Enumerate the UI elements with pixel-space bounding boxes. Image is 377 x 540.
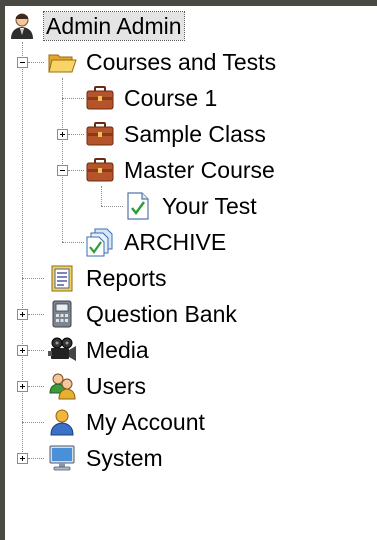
tree-line [22,422,44,423]
tree-node-label: Your Test [162,193,257,219]
open-folder-icon [47,47,77,77]
expand-system-toggle[interactable] [17,453,28,464]
tree-line [101,186,102,206]
tree-node-reports[interactable]: Reports [47,260,169,296]
tree-node-label: Users [86,373,147,399]
archive-icon [85,227,115,257]
tree-node-my-account[interactable]: My Account [47,404,207,440]
tree-line [22,42,23,462]
tree-line [62,98,84,99]
monitor-icon [47,443,77,473]
tree-node-label: Master Course [124,157,275,183]
tree-node-courses-and-tests[interactable]: Courses and Tests [47,44,278,80]
question-bank-icon [47,299,77,329]
briefcase-icon [85,83,115,113]
collapse-master-course-toggle[interactable] [57,165,68,176]
tree-line [28,458,44,459]
tree-line [22,278,44,279]
tree-line [68,170,84,171]
tree-node-admin[interactable]: Admin Admin [7,8,185,44]
tree-node-label: Course 1 [124,85,218,111]
tree-node-label: Reports [86,265,167,291]
reports-icon [47,263,77,293]
navigation-tree: Admin Admin Courses and Tests Course 1 S… [5,6,377,540]
tree-node-system[interactable]: System [47,440,165,476]
expand-sample-class-toggle[interactable] [57,129,68,140]
tree-node-course-1[interactable]: Course 1 [85,80,219,116]
tree-panel: Admin Admin Courses and Tests Course 1 S… [5,6,377,540]
tree-node-label: Media [86,337,149,363]
tree-node-label: My Account [86,409,205,435]
tree-line [62,242,84,243]
tree-line [62,78,63,242]
tree-line [28,314,44,315]
tree-node-master-course[interactable]: Master Course [85,152,277,188]
camera-icon [47,335,77,365]
tree-node-sample-class[interactable]: Sample Class [85,116,268,152]
tree-line [68,134,84,135]
tree-node-label: ARCHIVE [124,229,227,255]
tree-node-label: Admin Admin [43,11,185,41]
admin-user-icon [7,11,37,41]
tree-node-label: Courses and Tests [86,49,277,75]
tree-node-media[interactable]: Media [47,332,151,368]
expand-users-toggle[interactable] [17,381,28,392]
briefcase-icon [85,155,115,185]
users-icon [47,371,77,401]
tree-node-label: Sample Class [124,121,266,147]
expand-media-toggle[interactable] [17,345,28,356]
tree-node-archive[interactable]: ARCHIVE [85,224,228,260]
tree-node-your-test[interactable]: Your Test [123,188,259,224]
tree-node-label: Question Bank [86,301,237,327]
tree-line [28,386,44,387]
collapse-courses-toggle[interactable] [17,57,28,68]
tree-line [101,206,123,207]
expand-question-bank-toggle[interactable] [17,309,28,320]
tree-node-label: System [86,445,163,471]
tree-node-question-bank[interactable]: Question Bank [47,296,239,332]
tree-line [28,62,44,63]
user-icon [47,407,77,437]
tree-line [28,350,44,351]
briefcase-icon [85,119,115,149]
tree-node-users[interactable]: Users [47,368,148,404]
test-document-icon [123,191,153,221]
